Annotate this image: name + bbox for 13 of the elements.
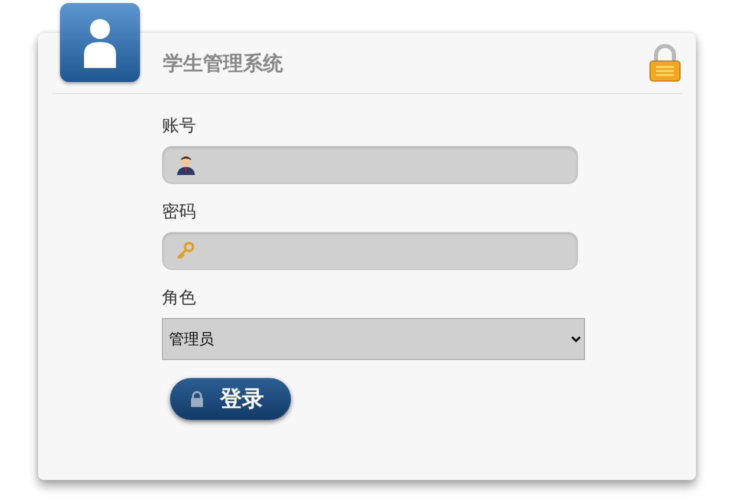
- field-label: 账号: [162, 115, 197, 138]
- field-label: 角色: [162, 287, 197, 310]
- login-button[interactable]: 登录: [170, 378, 291, 420]
- lock-icon: [190, 391, 204, 407]
- person-icon: [82, 18, 118, 68]
- field-label: 密码: [162, 201, 197, 224]
- role-select[interactable]: 管理员: [162, 318, 585, 360]
- person-icon: [175, 154, 197, 176]
- password-field[interactable]: [162, 232, 578, 270]
- app-title: 学生管理系统: [163, 50, 284, 76]
- padlock-icon: [648, 44, 682, 82]
- account-field[interactable]: [162, 146, 578, 184]
- key-icon: [175, 241, 195, 261]
